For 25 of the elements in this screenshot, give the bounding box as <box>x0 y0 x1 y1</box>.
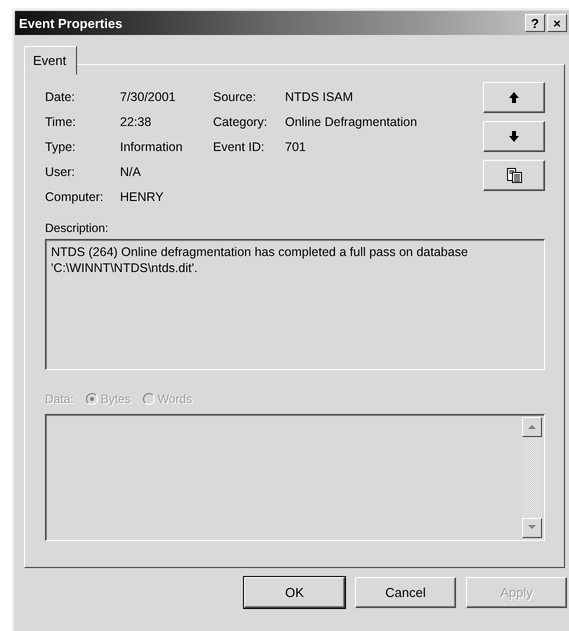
field-value: HENRY <box>120 190 165 204</box>
description-field[interactable]: NTDS (264) Online defragmentation has completed a full pass on database 'C:\WINNT\NTDS\ntds.dit'. <box>45 238 545 370</box>
field-label: Category: <box>213 115 268 130</box>
dialog-button[interactable]: OK <box>244 577 345 608</box>
field-value: N/A <box>120 164 142 179</box>
tab[interactable]: Event <box>24 46 78 75</box>
field-value: 7/30/2001 <box>120 90 177 104</box>
field-value: Information <box>120 140 184 154</box>
window-title: Event Properties <box>19 16 124 30</box>
field-label: Date: <box>45 90 76 104</box>
field-label: User: <box>45 164 76 179</box>
description-label: Description: <box>45 220 110 235</box>
field-label: Event ID: <box>213 140 266 154</box>
field-label: Time: <box>45 115 77 130</box>
dialog-button[interactable]: Cancel <box>355 577 456 608</box>
field-value: 22:38 <box>120 115 152 130</box>
field-value: NTDS ISAM <box>285 90 354 104</box>
data-label: Data: <box>45 392 74 406</box>
field-label: Computer: <box>45 190 104 204</box>
help-button[interactable]: ? <box>525 14 545 32</box>
field-label: Source: <box>213 90 258 104</box>
field-value: Online Defragmentation <box>285 115 418 130</box>
close-button[interactable]: × <box>547 14 567 32</box>
field-value: 701 <box>285 140 307 154</box>
field-label: Type: <box>45 140 77 154</box>
